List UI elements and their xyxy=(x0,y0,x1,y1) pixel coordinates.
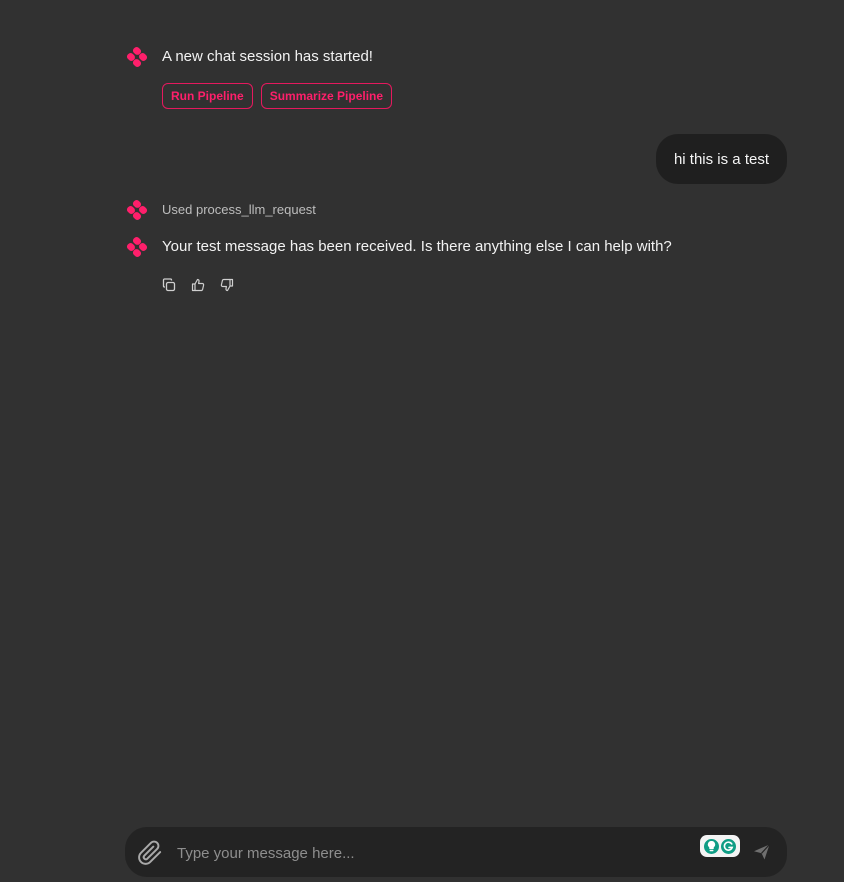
tool-usage-text: Used process_llm_request xyxy=(162,202,316,217)
message-actions xyxy=(162,278,234,292)
paperclip-icon xyxy=(138,840,162,865)
app-logo-icon xyxy=(126,236,148,258)
tool-usage-message: Used process_llm_request xyxy=(124,197,316,223)
message-input[interactable] xyxy=(175,837,699,869)
thumbs-up-button[interactable] xyxy=(191,278,205,292)
assistant-reply-text: Your test message has been received. Is … xyxy=(162,238,672,255)
app-logo-icon xyxy=(126,46,148,68)
user-message: hi this is a test xyxy=(655,134,787,184)
thumbs-up-icon xyxy=(191,278,205,292)
summarize-pipeline-button[interactable]: Summarize Pipeline xyxy=(260,83,393,109)
copy-icon xyxy=(162,278,176,292)
run-pipeline-button[interactable]: Run Pipeline xyxy=(162,83,253,109)
assistant-reply: Your test message has been received. Is … xyxy=(124,234,672,260)
grammarly-icon xyxy=(721,838,736,854)
welcome-text: A new chat session has started! xyxy=(162,48,373,65)
quick-actions: Run Pipeline Summarize Pipeline xyxy=(162,83,393,109)
attach-button[interactable] xyxy=(137,840,163,866)
chat-page: A new chat session has started! Run Pipe… xyxy=(0,0,844,882)
grammarly-widget[interactable] xyxy=(700,835,740,857)
thumbs-down-button[interactable] xyxy=(220,278,234,292)
thumbs-down-icon xyxy=(220,278,234,292)
lightbulb-icon xyxy=(704,838,719,854)
welcome-message: A new chat session has started! xyxy=(124,44,373,70)
message-composer xyxy=(125,827,787,877)
send-button[interactable] xyxy=(752,842,772,862)
copy-button[interactable] xyxy=(162,278,176,292)
send-icon xyxy=(754,844,770,860)
app-logo-icon xyxy=(126,199,148,221)
